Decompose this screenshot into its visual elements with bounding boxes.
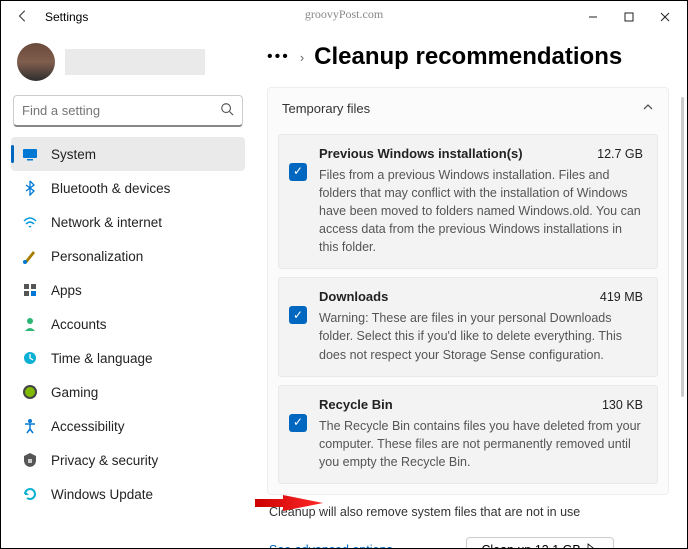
checkbox[interactable]: ✓ xyxy=(289,163,307,181)
sidebar-item-time[interactable]: Time & language xyxy=(11,341,245,375)
sidebar: System Bluetooth & devices Network & int… xyxy=(1,33,253,548)
card-size: 130 KB xyxy=(602,396,643,414)
accessibility-icon xyxy=(21,418,39,434)
maximize-button[interactable] xyxy=(611,5,647,29)
minimize-button[interactable] xyxy=(575,5,611,29)
search-input[interactable] xyxy=(22,103,220,118)
shield-icon xyxy=(21,452,39,468)
advanced-options-link[interactable]: See advanced options xyxy=(269,543,393,548)
sidebar-item-label: Network & internet xyxy=(51,215,162,230)
card-recycle-bin: ✓ Recycle Bin 130 KB The Recycle Bin con… xyxy=(278,385,658,484)
sidebar-item-label: Accounts xyxy=(51,317,107,332)
close-button[interactable] xyxy=(647,5,683,29)
bluetooth-icon xyxy=(21,180,39,196)
sidebar-item-system[interactable]: System xyxy=(11,137,245,171)
update-icon xyxy=(21,486,39,502)
titlebar: Settings groovyPost.com xyxy=(1,1,687,33)
sidebar-item-personalization[interactable]: Personalization xyxy=(11,239,245,273)
cleanup-button[interactable]: Clean up 13.1 GB xyxy=(466,537,613,548)
scrollbar[interactable] xyxy=(681,97,684,397)
sidebar-item-label: Time & language xyxy=(51,351,153,366)
checkbox[interactable]: ✓ xyxy=(289,306,307,324)
profile[interactable] xyxy=(11,39,245,91)
profile-name-redacted xyxy=(65,49,205,75)
sidebar-item-label: Personalization xyxy=(51,249,143,264)
cleanup-button-label: Clean up 13.1 GB xyxy=(481,543,580,548)
card-size: 12.7 GB xyxy=(597,145,643,163)
main: ••• › Cleanup recommendations Temporary … xyxy=(253,33,687,548)
clock-icon xyxy=(21,350,39,366)
sidebar-item-label: Apps xyxy=(51,283,82,298)
sidebar-item-apps[interactable]: Apps xyxy=(11,273,245,307)
checkbox[interactable]: ✓ xyxy=(289,414,307,432)
chevron-right-icon: › xyxy=(300,50,304,65)
sidebar-item-label: Gaming xyxy=(51,385,98,400)
annotation-arrow-icon xyxy=(253,488,323,518)
person-icon xyxy=(21,316,39,332)
cursor-icon xyxy=(587,543,599,548)
card-title: Recycle Bin xyxy=(319,396,393,415)
chevron-up-icon xyxy=(642,101,654,116)
breadcrumb: ••• › Cleanup recommendations xyxy=(267,43,669,71)
cards: ✓ Previous Windows installation(s) 12.7 … xyxy=(268,128,668,494)
wifi-icon xyxy=(21,214,39,230)
card-title: Downloads xyxy=(319,288,388,307)
sidebar-item-privacy[interactable]: Privacy & security xyxy=(11,443,245,477)
page-title: Cleanup recommendations xyxy=(314,43,622,71)
sidebar-item-label: Accessibility xyxy=(51,419,125,434)
sidebar-item-gaming[interactable]: Gaming xyxy=(11,375,245,409)
sidebar-item-label: Bluetooth & devices xyxy=(51,181,170,196)
section-title: Temporary files xyxy=(282,101,370,116)
card-previous-windows: ✓ Previous Windows installation(s) 12.7 … xyxy=(278,134,658,269)
card-desc: The Recycle Bin contains files you have … xyxy=(319,417,643,471)
nav: System Bluetooth & devices Network & int… xyxy=(11,137,245,511)
sidebar-item-label: System xyxy=(51,147,96,162)
window-controls xyxy=(575,5,683,29)
apps-icon xyxy=(21,282,39,298)
app-title: Settings xyxy=(45,10,88,24)
back-button[interactable] xyxy=(9,9,37,26)
breadcrumb-more-icon[interactable]: ••• xyxy=(267,48,290,66)
card-downloads: ✓ Downloads 419 MB Warning: These are fi… xyxy=(278,277,658,376)
section-temporary-files: Temporary files ✓ Previous Windows insta… xyxy=(267,87,669,495)
sidebar-item-update[interactable]: Windows Update xyxy=(11,477,245,511)
section-header[interactable]: Temporary files xyxy=(268,88,668,128)
sidebar-item-accounts[interactable]: Accounts xyxy=(11,307,245,341)
gaming-icon xyxy=(21,384,39,400)
sidebar-item-accessibility[interactable]: Accessibility xyxy=(11,409,245,443)
card-desc: Warning: These are files in your persona… xyxy=(319,309,643,363)
cleanup-note: Cleanup will also remove system files th… xyxy=(269,505,667,519)
sidebar-item-network[interactable]: Network & internet xyxy=(11,205,245,239)
system-icon xyxy=(21,146,39,162)
search-icon xyxy=(220,102,234,119)
watermark: groovyPost.com xyxy=(305,7,383,22)
avatar xyxy=(17,43,55,81)
card-size: 419 MB xyxy=(600,288,643,306)
sidebar-item-label: Privacy & security xyxy=(51,453,158,468)
sidebar-item-label: Windows Update xyxy=(51,487,153,502)
paintbrush-icon xyxy=(21,248,39,264)
search-input-container[interactable] xyxy=(13,95,243,127)
card-title: Previous Windows installation(s) xyxy=(319,145,523,164)
card-desc: Files from a previous Windows installati… xyxy=(319,166,643,257)
sidebar-item-bluetooth[interactable]: Bluetooth & devices xyxy=(11,171,245,205)
